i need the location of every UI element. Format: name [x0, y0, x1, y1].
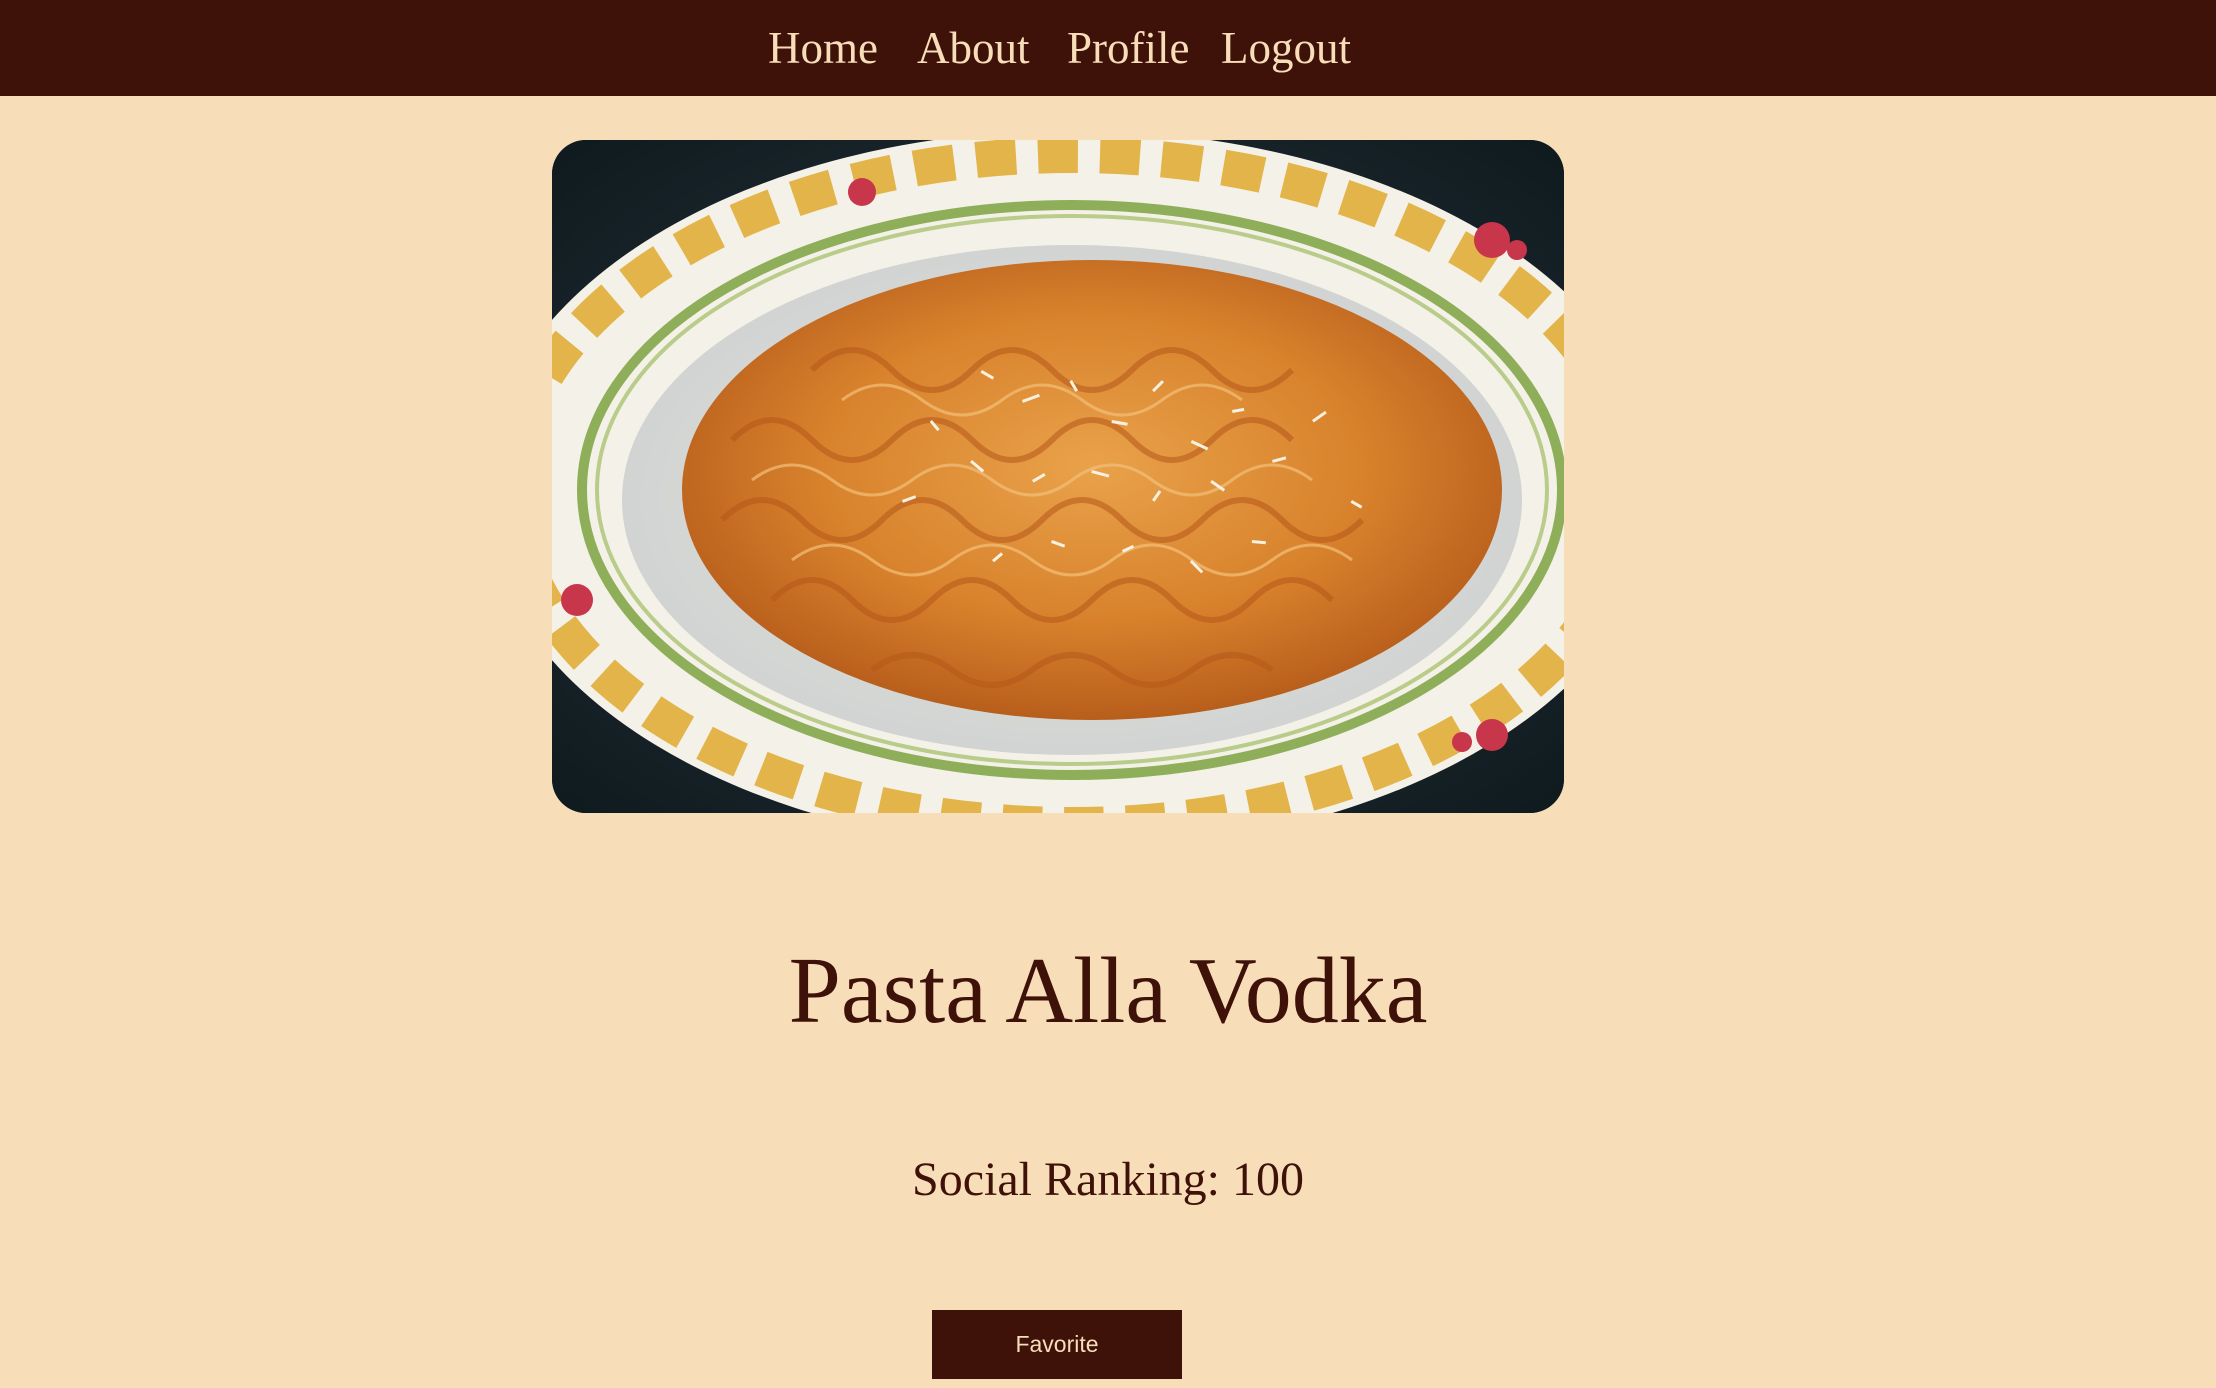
- social-ranking: Social Ranking: 100: [912, 1153, 1304, 1206]
- recipe-title: Pasta Alla Vodka: [788, 939, 1428, 1043]
- nav-home-link[interactable]: Home: [768, 22, 878, 74]
- nav-logout-link[interactable]: Logout: [1221, 22, 1351, 74]
- dish-photo: [552, 140, 1564, 813]
- favorite-button[interactable]: Favorite: [932, 1310, 1182, 1379]
- nav-about-link[interactable]: About: [917, 22, 1030, 74]
- pasta-plate-illustration: [552, 140, 1564, 813]
- nav-profile-link[interactable]: Profile: [1067, 22, 1189, 74]
- top-navbar: Home About Profile Logout: [0, 0, 2216, 96]
